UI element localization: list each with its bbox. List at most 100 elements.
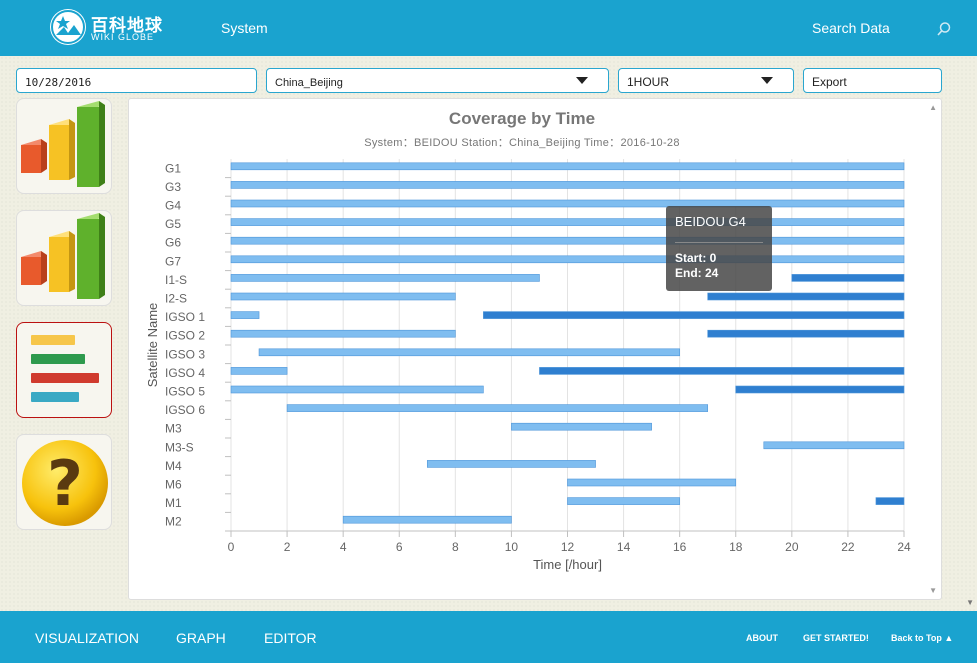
- tooltip-divider: [675, 242, 763, 243]
- top-bar: 百科地球 WIKI GLOBE System Search Data: [0, 0, 977, 56]
- y-category-label: IGSO 6: [165, 403, 205, 417]
- bar-chart-icon: [21, 213, 105, 299]
- chevron-down-icon: [761, 77, 773, 84]
- x-tick-label: 12: [561, 540, 575, 554]
- export-button[interactable]: Export: [803, 68, 942, 93]
- date-input[interactable]: 10/28/2016: [16, 68, 257, 93]
- y-category-label: IGSO 3: [165, 347, 205, 361]
- coverage-bar: [567, 478, 737, 487]
- coverage-bar: [539, 367, 905, 375]
- coverage-bar: [258, 348, 680, 357]
- nav-system[interactable]: System: [221, 20, 268, 36]
- station-value: China_Beijing: [275, 77, 343, 89]
- footer-bar: VISUALIZATION GRAPH EDITOR ABOUT GET STA…: [0, 611, 977, 663]
- date-value: 10/28/2016: [25, 76, 92, 89]
- footer-link-back-to-top[interactable]: Back to Top ▲: [891, 633, 953, 643]
- x-tick-label: 0: [228, 540, 235, 554]
- x-axis-title: Time [/hour]: [533, 557, 602, 572]
- coverage-bar: [230, 292, 456, 301]
- footer-link-about[interactable]: ABOUT: [746, 633, 778, 643]
- footer-nav-graph[interactable]: GRAPH: [176, 630, 226, 646]
- y-category-label: M3-S: [165, 440, 194, 454]
- x-tick-label: 4: [340, 540, 347, 554]
- y-category-label: I2-S: [165, 292, 187, 306]
- logo-en-text: WIKI GLOBE: [91, 32, 155, 42]
- coverage-bar: [230, 162, 905, 171]
- coverage-bar: [230, 236, 905, 245]
- coverage-bar: [735, 385, 905, 394]
- gantt-chart: 0 2 4 6 8 10 12 14 16 18 20 22 24G1G3G4G5G6G7I1-SI2-…: [145, 159, 911, 572]
- chart-tooltip: BEIDOU G4 Start: 0 End: 24: [666, 206, 772, 291]
- footer-link-get-started[interactable]: GET STARTED!: [803, 633, 869, 643]
- coverage-bar: [791, 274, 905, 282]
- export-label: Export: [812, 75, 847, 89]
- coverage-bar: [707, 292, 905, 301]
- tooltip-end: End: 24: [675, 266, 719, 280]
- coverage-bar: [511, 422, 652, 431]
- footer-nav-editor[interactable]: EDITOR: [264, 630, 317, 646]
- coverage-bar: [230, 367, 288, 375]
- station-select[interactable]: China_Beijing: [266, 68, 609, 93]
- chevron-down-icon: [576, 77, 588, 84]
- x-tick-label: 8: [452, 540, 459, 554]
- x-tick-label: 14: [617, 540, 631, 554]
- coverage-bar: [483, 311, 905, 319]
- coverage-bar: [567, 497, 680, 505]
- y-category-label: M3: [165, 422, 182, 436]
- tooltip-title: BEIDOU G4: [675, 214, 746, 229]
- footer-nav-visualization[interactable]: VISUALIZATION: [35, 630, 139, 646]
- y-category-label: M2: [165, 515, 182, 529]
- coverage-bar: [230, 181, 905, 189]
- coverage-bar: [230, 218, 905, 226]
- y-category-label: G6: [165, 236, 181, 250]
- y-axis-title: Satellite Name: [145, 303, 160, 388]
- x-tick-label: 20: [785, 540, 799, 554]
- x-tick-label: 18: [729, 540, 743, 554]
- y-category-label: M1: [165, 496, 182, 510]
- y-category-label: G5: [165, 217, 181, 231]
- bar-chart-icon: [21, 101, 105, 187]
- x-tick-label: 22: [841, 540, 855, 554]
- coverage-bar: [763, 441, 905, 450]
- x-tick-label: 24: [897, 540, 911, 554]
- coverage-bar: [875, 497, 905, 505]
- coverage-bar: [707, 329, 905, 338]
- svg-text:?: ?: [47, 447, 83, 520]
- scroll-up-arrow-icon[interactable]: ▲: [929, 103, 937, 112]
- y-category-label: G1: [165, 161, 181, 175]
- sidebar-item-help[interactable]: ?: [16, 434, 112, 530]
- y-category-label: G7: [165, 254, 181, 268]
- interval-select[interactable]: 1HOUR: [618, 68, 794, 93]
- coverage-bar: [230, 199, 905, 208]
- y-category-label: IGSO 2: [165, 329, 205, 343]
- coverage-bar: [342, 515, 512, 524]
- search-icon[interactable]: [936, 21, 952, 37]
- coverage-bar: [230, 311, 260, 319]
- sidebar-item-gantt[interactable]: [16, 322, 112, 418]
- interval-value: 1HOUR: [627, 75, 670, 89]
- page-scroll-down-icon[interactable]: ▼: [966, 598, 974, 607]
- x-tick-label: 10: [505, 540, 519, 554]
- y-category-label: M6: [165, 478, 182, 492]
- globe-logo-icon: [50, 9, 86, 45]
- coverage-bar: [230, 329, 456, 338]
- x-tick-label: 6: [396, 540, 403, 554]
- coverage-bar: [426, 460, 596, 468]
- tooltip-start: Start: 0: [675, 251, 717, 265]
- x-tick-label: 2: [284, 540, 291, 554]
- logo[interactable]: 百科地球 WIKI GLOBE: [50, 9, 162, 47]
- chart-panel: Coverage by Time System：BEIDOU Station：C…: [128, 98, 942, 600]
- coverage-bar: [230, 274, 540, 282]
- y-category-label: G3: [165, 180, 181, 194]
- sidebar-item-bar-chart[interactable]: [16, 98, 112, 194]
- coverage-bar: [230, 255, 905, 264]
- y-category-label: IGSO 4: [165, 366, 205, 380]
- y-category-label: M4: [165, 459, 182, 473]
- y-category-label: I1-S: [165, 273, 187, 287]
- x-tick-label: 16: [673, 540, 687, 554]
- help-question-icon: ?: [22, 440, 108, 526]
- scroll-down-arrow-icon[interactable]: ▼: [929, 586, 937, 595]
- y-category-label: IGSO 1: [165, 310, 205, 324]
- search-data-label[interactable]: Search Data: [812, 20, 890, 36]
- sidebar-item-bar-chart-2[interactable]: [16, 210, 112, 306]
